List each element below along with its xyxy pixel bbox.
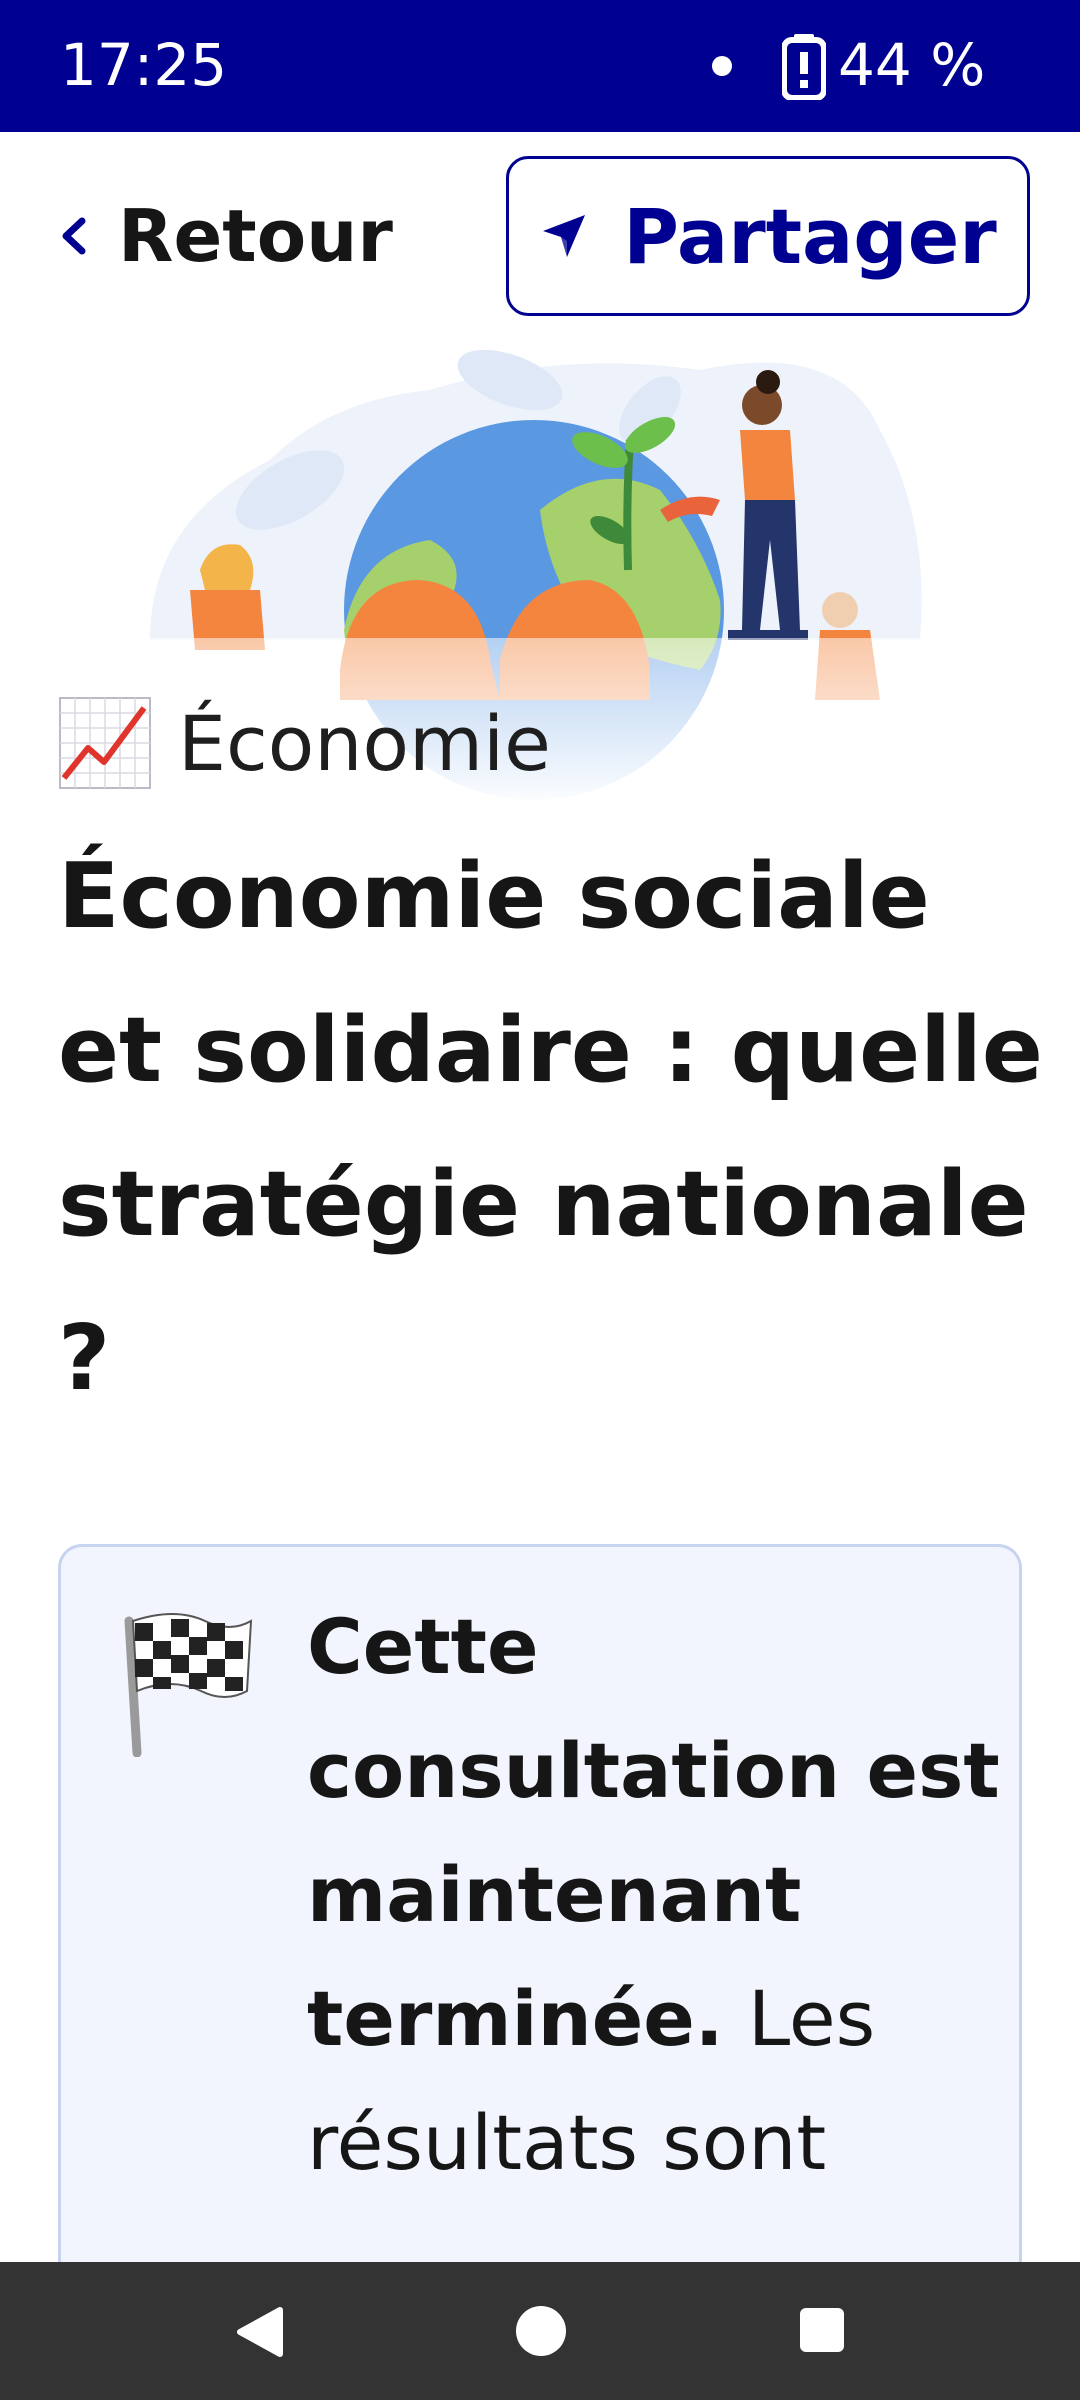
page-title: Économie sociale et solidaire : quelle s…	[58, 844, 1043, 1411]
send-arrow-icon	[543, 215, 586, 257]
category-tag: Économie	[58, 688, 551, 798]
share-label: Partager	[623, 191, 997, 281]
battery-percent: 44 %	[838, 31, 986, 99]
share-button[interactable]: Partager	[506, 156, 1030, 316]
status-bar: 17:25 44 %	[0, 0, 1080, 132]
back-button[interactable]: Retour	[40, 186, 420, 286]
consultation-ended-notice: Cette consultation est maintenant termin…	[58, 1544, 1022, 2284]
notice-strong-text: Cette consultation est maintenant termin…	[307, 1602, 1000, 2063]
back-triangle-icon[interactable]	[234, 2306, 284, 2358]
checkered-flag-icon	[124, 1613, 253, 1757]
battery-icon	[782, 34, 826, 100]
recents-square-icon[interactable]	[800, 2308, 844, 2352]
notice-text: Cette consultation est maintenant termin…	[307, 1585, 1007, 2205]
status-time: 17:25	[60, 31, 228, 99]
chart-increasing-icon	[59, 697, 151, 789]
back-label: Retour	[118, 194, 393, 278]
home-circle-icon[interactable]	[516, 2306, 566, 2356]
category-label: Économie	[178, 698, 551, 788]
system-nav-bar	[0, 2262, 1080, 2400]
chevron-left-icon	[62, 217, 86, 255]
notification-dot-icon	[712, 56, 732, 76]
